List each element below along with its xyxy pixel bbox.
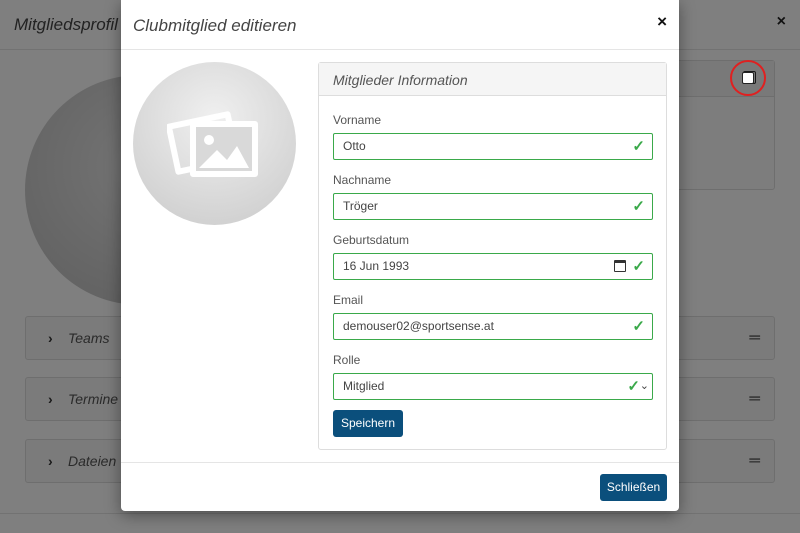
check-icon: ✓ [632,258,645,275]
nachname-field[interactable]: ✓ [333,193,653,220]
close-button[interactable]: Schließen [600,474,667,501]
rolle-value[interactable]: Mitglied [343,379,603,393]
rolle-label: Rolle [333,353,361,367]
edit-member-modal: Clubmitglied editieren × Mitglieder Info… [121,0,679,511]
calendar-icon[interactable] [614,260,626,272]
close-icon[interactable]: × [657,12,667,32]
modal-footer: Schließen [121,462,679,511]
geburtsdatum-field[interactable]: 16 Jun 1993 ✓ [333,253,653,280]
rolle-select[interactable]: Mitglied ✓ ⌄ [333,373,653,400]
nachname-label: Nachname [333,173,392,187]
modal-header: Clubmitglied editieren × [121,0,679,50]
member-info-card: Mitglieder Information Vorname ✓ Nachnam… [318,62,667,450]
vorname-input[interactable] [343,139,603,153]
card-title: Mitglieder Information [333,72,468,88]
nachname-input[interactable] [343,199,603,213]
profile-image-placeholder[interactable] [133,62,296,225]
geburtsdatum-value[interactable]: 16 Jun 1993 [343,259,603,273]
modal-title: Clubmitglied editieren [133,16,297,35]
save-button[interactable]: Speichern [333,410,403,437]
check-icon: ✓ [632,138,645,155]
email-label: Email [333,293,364,307]
check-icon: ✓ [627,378,640,395]
chevron-down-icon[interactable]: ⌄ [640,379,649,392]
vorname-label: Vorname [333,113,382,127]
email-field[interactable]: ✓ [333,313,653,340]
highlight-circle [730,60,766,96]
edit-icon[interactable] [742,72,754,84]
vorname-field[interactable]: ✓ [333,133,653,160]
image-icon [167,111,258,177]
geburtsdatum-label: Geburtsdatum [333,233,410,247]
check-icon: ✓ [632,318,645,335]
email-input[interactable] [343,319,603,333]
check-icon: ✓ [632,198,645,215]
